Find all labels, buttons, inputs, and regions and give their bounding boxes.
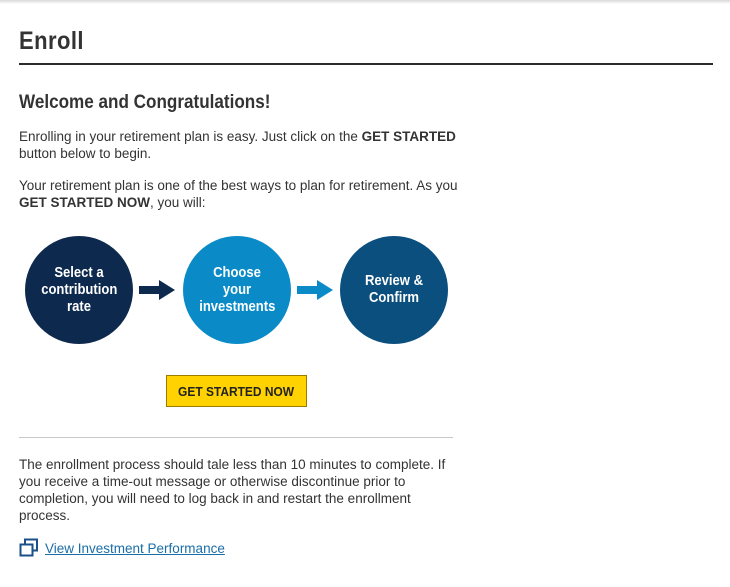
- section-divider: [19, 437, 453, 438]
- intro-text: Your retirement plan is one of the best …: [19, 178, 458, 193]
- step-label: Review & Confirm: [364, 273, 424, 306]
- investment-performance-link-row[interactable]: View Investment Performance: [19, 538, 225, 558]
- welcome-heading: Welcome and Congratulations!: [19, 92, 271, 113]
- intro-text: Enrolling in your retirement plan is eas…: [19, 129, 362, 144]
- get-started-now-button[interactable]: GET STARTED NOW: [166, 375, 307, 407]
- arrow-1-shape: [139, 280, 175, 300]
- intro-paragraph-1: Enrolling in your retirement plan is eas…: [19, 128, 459, 162]
- arrow-right-icon: [297, 280, 333, 300]
- page-title: Enroll: [19, 27, 84, 55]
- arrow-right-icon: [139, 280, 175, 300]
- intro-emphasis: GET STARTED NOW: [19, 195, 150, 210]
- view-investment-performance-link[interactable]: View Investment Performance: [45, 541, 225, 556]
- step-label: Select a contribution rate: [41, 264, 118, 315]
- step-review-confirm: Review & Confirm: [340, 236, 448, 344]
- top-shadow: [0, 0, 730, 4]
- step-select-contribution-rate: Select a contribution rate: [25, 236, 133, 344]
- step-choose-investments: Choose your investments: [183, 236, 291, 344]
- new-window-icon[interactable]: [19, 538, 39, 558]
- intro-paragraph-2: Your retirement plan is one of the best …: [19, 177, 459, 211]
- arrow-2-shape: [297, 280, 333, 300]
- enrollment-note: The enrollment process should tale less …: [19, 457, 446, 523]
- step-label: Choose your investments: [199, 264, 276, 315]
- intro-text: button below to begin.: [19, 146, 152, 161]
- title-divider: [19, 63, 713, 65]
- get-started-label: GET STARTED NOW: [178, 383, 295, 399]
- intro-text: , you will:: [150, 195, 206, 210]
- intro-emphasis: GET STARTED: [361, 129, 456, 144]
